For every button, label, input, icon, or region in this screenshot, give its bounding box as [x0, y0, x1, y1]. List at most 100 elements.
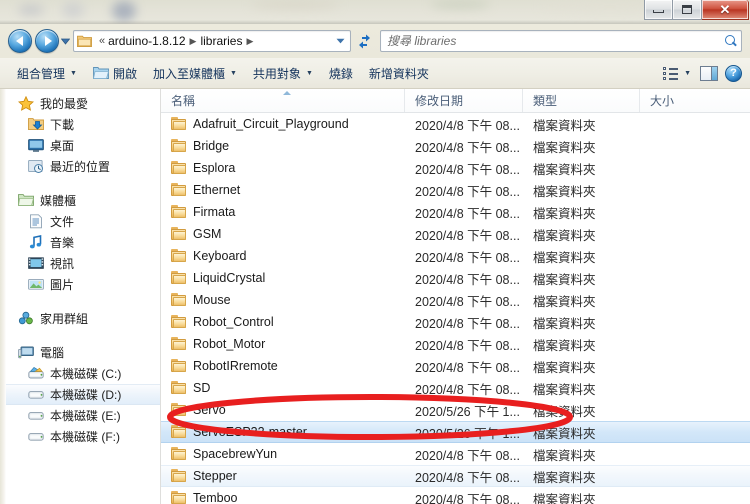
table-row[interactable]: ServoESP32-master 2020/5/26 下午 1... 檔案資料夾	[161, 421, 750, 443]
address-dropdown-icon[interactable]	[336, 37, 348, 46]
table-row[interactable]: RobotIRremote 2020/4/8 下午 08... 檔案資料夾	[161, 355, 750, 377]
file-name-cell: ServoESP32-master	[161, 425, 405, 439]
folder-icon	[171, 227, 187, 241]
sidebar-item-downloads[interactable]: 下載	[0, 114, 160, 135]
recent-locations-button[interactable]	[59, 30, 72, 52]
file-name-label: Esplora	[193, 161, 236, 175]
command-toolbar: 組合管理 ▼ 開啟 加入至媒體櫃 ▼ 共用對象 ▼ 燒錄 新增資料夾 ▼ ?	[0, 58, 750, 89]
view-options-button[interactable]: ▼	[661, 62, 693, 85]
sidebar-group-favorites[interactable]: 我的最愛	[0, 93, 160, 114]
table-row[interactable]: Servo 2020/5/26 下午 1... 檔案資料夾	[161, 399, 750, 421]
file-name-cell: Esplora	[161, 161, 405, 175]
table-row[interactable]: Esplora 2020/4/8 下午 08... 檔案資料夾	[161, 157, 750, 179]
table-row[interactable]: SD 2020/4/8 下午 08... 檔案資料夾	[161, 377, 750, 399]
column-header-size[interactable]: 大小	[640, 89, 750, 112]
file-name-cell: Firmata	[161, 205, 405, 219]
sidebar-item-pictures[interactable]: 圖片	[0, 274, 160, 295]
toolbar-item-include-in-library[interactable]: 加入至媒體櫃 ▼	[146, 62, 244, 85]
file-name-label: Robot_Motor	[193, 337, 266, 351]
breadcrumb-overflow[interactable]: «	[99, 35, 105, 47]
sidebar-item-drive-e[interactable]: 本機磁碟 (E:)	[0, 405, 160, 426]
sidebar-group-libraries[interactable]: 媒體櫃	[0, 190, 160, 211]
breadcrumb-item-1[interactable]: libraries	[200, 34, 242, 48]
table-row[interactable]: GSM 2020/4/8 下午 08... 檔案資料夾	[161, 223, 750, 245]
folder-icon	[171, 271, 187, 285]
table-row[interactable]: Robot_Motor 2020/4/8 下午 08... 檔案資料夾	[161, 333, 750, 355]
table-row[interactable]: Mouse 2020/4/8 下午 08... 檔案資料夾	[161, 289, 750, 311]
table-row[interactable]: Temboo 2020/4/8 下午 08... 檔案資料夾	[161, 487, 750, 504]
toolbar-item-share-with[interactable]: 共用對象 ▼	[246, 62, 320, 85]
search-input[interactable]	[387, 34, 724, 48]
file-type-cell: 檔案資料夾	[533, 338, 596, 353]
column-header-label: 大小	[650, 94, 675, 108]
sidebar-item-music[interactable]: 音樂	[0, 232, 160, 253]
file-name-cell: Adafruit_Circuit_Playground	[161, 117, 405, 131]
table-row[interactable]: Keyboard 2020/4/8 下午 08... 檔案資料夾	[161, 245, 750, 267]
file-type-cell: 檔案資料夾	[533, 294, 596, 309]
table-row[interactable]: Adafruit_Circuit_Playground 2020/4/8 下午 0…	[161, 113, 750, 135]
file-name-label: RobotIRremote	[193, 359, 278, 373]
sidebar-group-computer[interactable]: 電腦	[0, 342, 160, 363]
toolbar-item-burn[interactable]: 燒錄	[322, 62, 360, 85]
navigation-pane[interactable]: 我的最愛 下載 桌面 最近的位置 媒體櫃 文件 音樂 視訊 圖片 家用群組 電腦…	[0, 89, 161, 504]
sidebar-item-label: 最近的位置	[50, 160, 111, 174]
refresh-button[interactable]	[353, 30, 377, 52]
table-row[interactable]: Bridge 2020/4/8 下午 08... 檔案資料夾	[161, 135, 750, 157]
file-type-cell: 檔案資料夾	[533, 272, 596, 287]
sidebar-item-drive-c[interactable]: 本機磁碟 (C:)	[0, 363, 160, 384]
file-name-cell: Servo	[161, 403, 405, 417]
table-row[interactable]: LiquidCrystal 2020/4/8 下午 08... 檔案資料夾	[161, 267, 750, 289]
sidebar-group-label: 電腦	[40, 346, 65, 360]
column-header-type[interactable]: 類型	[523, 89, 640, 112]
table-row[interactable]: Ethernet 2020/4/8 下午 08... 檔案資料夾	[161, 179, 750, 201]
chevron-down-icon: ▼	[684, 69, 691, 77]
table-row[interactable]: Stepper 2020/4/8 下午 08... 檔案資料夾	[161, 465, 750, 487]
sidebar-item-label: 音樂	[50, 236, 75, 250]
window-controls: ✕	[644, 0, 749, 20]
sidebar-item-label: 視訊	[50, 257, 75, 271]
breadcrumb-separator[interactable]: ▶	[246, 36, 253, 47]
table-row[interactable]: Robot_Control 2020/4/8 下午 08... 檔案資料夾	[161, 311, 750, 333]
sidebar-item-documents[interactable]: 文件	[0, 211, 160, 232]
sidebar-item-drive-d[interactable]: 本機磁碟 (D:)	[0, 384, 160, 405]
sidebar-item-desktop[interactable]: 桌面	[0, 135, 160, 156]
file-type-cell: 檔案資料夾	[533, 360, 596, 375]
back-button[interactable]	[8, 29, 32, 53]
file-name-label: ServoESP32-master	[193, 425, 307, 439]
column-header-label: 類型	[533, 94, 558, 108]
titlebar-glass-artifact	[18, 4, 44, 16]
file-name-cell: Mouse	[161, 293, 405, 307]
toolbar-item-open[interactable]: 開啟	[86, 62, 144, 85]
breadcrumb-item-0[interactable]: arduino-1.8.12	[108, 34, 185, 48]
toolbar-item-organize[interactable]: 組合管理 ▼	[10, 62, 84, 85]
table-row[interactable]: Firmata 2020/4/8 下午 08... 檔案資料夾	[161, 201, 750, 223]
minimize-button[interactable]	[644, 0, 673, 20]
sidebar-item-label: 本機磁碟 (C:)	[50, 367, 122, 381]
titlebar-glass-artifact	[250, 0, 340, 10]
sidebar-group-homegroup[interactable]: 家用群組	[0, 308, 160, 329]
address-bar[interactable]: « arduino-1.8.12 ▶ libraries ▶	[73, 30, 351, 52]
sidebar-item-recent-places[interactable]: 最近的位置	[0, 156, 160, 177]
folder-icon	[171, 469, 187, 483]
column-header-name[interactable]: 名稱	[161, 89, 405, 112]
file-name-cell: SpacebrewYun	[161, 447, 405, 461]
file-name-label: Keyboard	[193, 249, 247, 263]
star-icon	[17, 95, 35, 112]
preview-pane-button[interactable]	[700, 65, 718, 81]
toolbar-item-label: 共用對象	[252, 66, 301, 81]
column-header-date-modified[interactable]: 修改日期	[405, 89, 523, 112]
table-row[interactable]: SpacebrewYun 2020/4/8 下午 08... 檔案資料夾	[161, 443, 750, 465]
sidebar-item-videos[interactable]: 視訊	[0, 253, 160, 274]
file-type-cell: 檔案資料夾	[533, 382, 596, 397]
search-box[interactable]	[380, 30, 742, 52]
forward-button[interactable]	[35, 29, 59, 53]
file-name-cell: Robot_Control	[161, 315, 405, 329]
help-button[interactable]: ?	[725, 64, 742, 82]
open-folder-icon	[92, 66, 109, 80]
sidebar-item-drive-f[interactable]: 本機磁碟 (F:)	[0, 426, 160, 447]
close-button[interactable]: ✕	[702, 0, 749, 20]
maximize-button[interactable]	[673, 0, 702, 20]
breadcrumb-separator[interactable]: ▶	[190, 36, 197, 47]
toolbar-item-new-folder[interactable]: 新增資料夾	[362, 62, 436, 85]
toolbar-item-label: 組合管理	[17, 66, 66, 81]
